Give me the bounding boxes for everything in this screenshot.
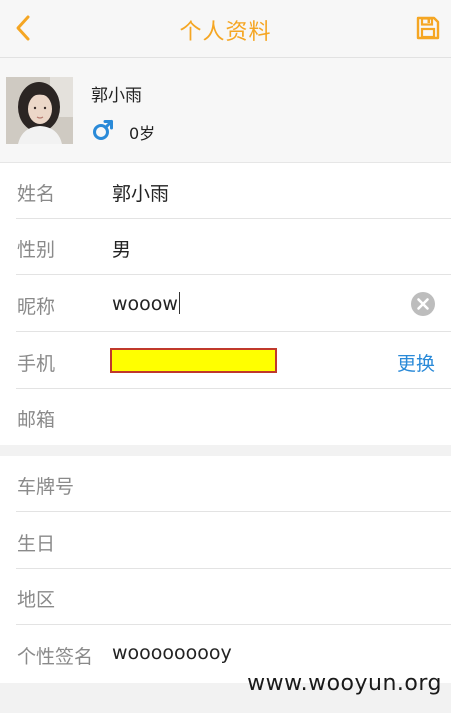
clear-icon[interactable]	[411, 292, 435, 316]
name-label: 姓名	[17, 183, 56, 205]
change-phone-button[interactable]: 更换	[397, 349, 435, 376]
avatar[interactable]	[6, 77, 73, 144]
page-title: 个人资料	[179, 20, 272, 45]
profile-summary: 郭小雨 0岁	[0, 58, 451, 163]
divider	[16, 624, 451, 625]
top-bar: 个人资料	[0, 0, 451, 58]
save-button[interactable]	[414, 14, 442, 42]
save-icon	[416, 16, 440, 40]
signature-label: 个性签名	[17, 646, 94, 668]
nickname-input[interactable]: wooow	[112, 292, 180, 315]
divider	[16, 331, 451, 332]
male-icon	[93, 120, 113, 140]
text-cursor	[178, 292, 180, 314]
divider	[16, 511, 451, 512]
gender-value: 男	[112, 239, 132, 261]
phone-row: 手机 更换	[0, 333, 451, 389]
nickname-label: 昵称	[17, 296, 56, 318]
birthday-row[interactable]: 生日	[0, 513, 451, 569]
email-row[interactable]: 邮箱	[0, 389, 451, 445]
phone-label: 手机	[17, 353, 56, 375]
nickname-row: 昵称 wooow	[0, 276, 451, 332]
region-row[interactable]: 地区	[0, 569, 451, 625]
extra-info-section: 车牌号 生日 地区 个性签名 wooooooooy	[0, 456, 451, 683]
redacted-phone-number	[110, 348, 277, 373]
divider	[16, 274, 451, 275]
nickname-input-text: wooow	[112, 293, 178, 315]
birthday-label: 生日	[17, 533, 56, 555]
email-label: 邮箱	[17, 409, 56, 431]
name-row[interactable]: 姓名 郭小雨	[0, 163, 451, 219]
profile-age: 0岁	[129, 124, 156, 143]
region-label: 地区	[17, 589, 56, 611]
plate-label: 车牌号	[17, 476, 75, 498]
basic-info-section: 姓名 郭小雨 性别 男 昵称 wooow 手机 更换 邮箱	[0, 163, 451, 445]
gender-row[interactable]: 性别 男	[0, 219, 451, 275]
gender-label: 性别	[17, 239, 56, 261]
plate-row[interactable]: 车牌号	[0, 456, 451, 512]
watermark: www.wooyun.org	[247, 671, 442, 696]
name-value: 郭小雨	[112, 183, 170, 205]
signature-value: wooooooooy	[112, 642, 232, 664]
avatar-photo	[6, 77, 73, 144]
profile-name: 郭小雨	[91, 86, 142, 106]
